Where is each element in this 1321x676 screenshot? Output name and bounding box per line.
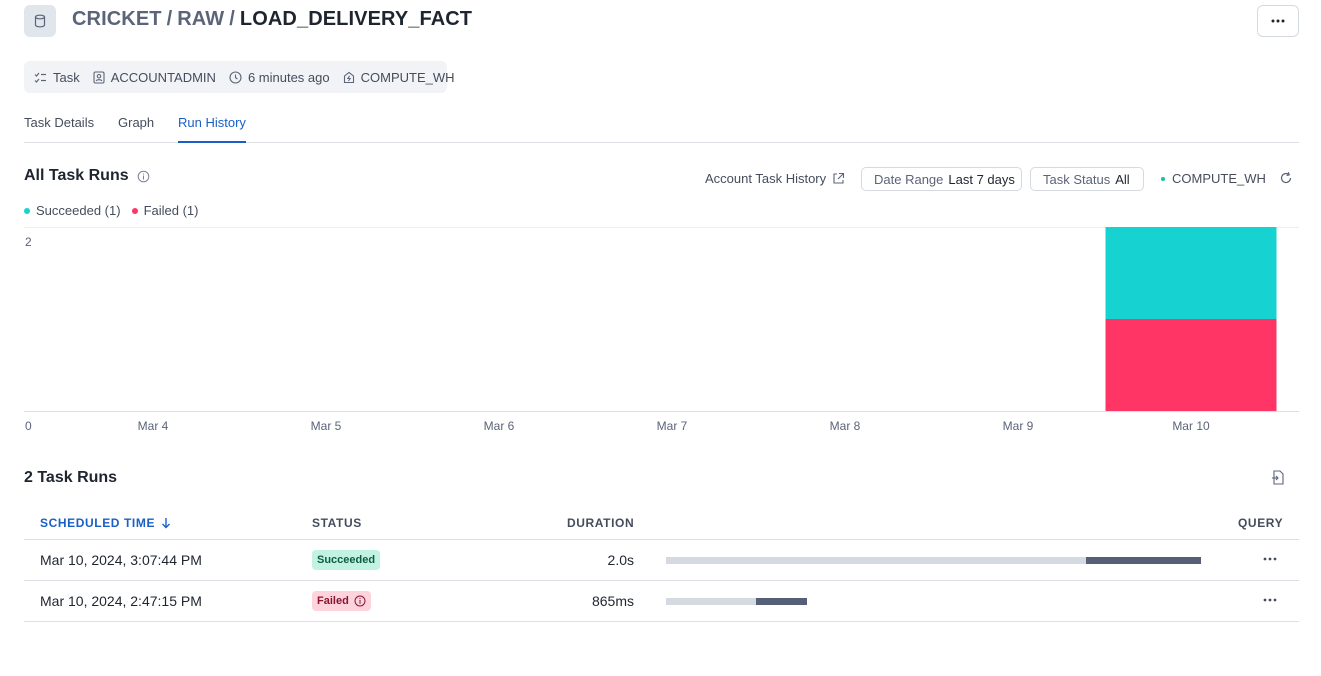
x-tick-label: Mar 6 xyxy=(484,419,515,433)
task-runs-chart: 0 2 Mar 4 Mar 5 Mar 6 Mar 7 Mar 8 Mar 9 Mar 10 xyxy=(24,227,1299,433)
runs-count-title: 2 Task Runs xyxy=(24,469,118,486)
column-scheduled-time[interactable]: SCHEDULED TIME xyxy=(40,516,171,530)
failed-swatch-icon xyxy=(131,207,138,214)
scheduled-time: Mar 10, 2024, 2:47:15 PM xyxy=(40,593,202,609)
section-title: All Task Runs xyxy=(24,167,150,185)
tab-bar: Task Details Graph Run History xyxy=(24,112,1299,143)
table-row[interactable]: Mar 10, 2024, 3:07:44 PM Succeeded 2.0s xyxy=(24,540,1299,581)
column-query: QUERY xyxy=(1238,516,1284,530)
scheduled-time: Mar 10, 2024, 3:07:44 PM xyxy=(40,552,202,568)
x-tick-label: Mar 5 xyxy=(311,419,342,433)
y-tick-label: 2 xyxy=(25,235,32,249)
external-link-icon xyxy=(833,172,845,184)
database-icon xyxy=(24,5,56,37)
warehouse-icon xyxy=(343,71,354,83)
row-more-button[interactable] xyxy=(1259,589,1281,611)
task-icon xyxy=(34,72,46,83)
duration-exec-bar xyxy=(1085,557,1201,564)
breadcrumb-database[interactable]: CRICKET xyxy=(72,8,162,30)
x-tick-label: Mar 9 xyxy=(1003,419,1034,433)
date-range-filter[interactable]: Date Range Last 7 days xyxy=(861,167,1022,191)
info-icon[interactable] xyxy=(137,170,150,183)
y-tick-label: 0 xyxy=(25,419,32,433)
tab-task-details[interactable]: Task Details xyxy=(24,115,94,143)
info-icon[interactable] xyxy=(354,595,366,607)
sort-descending-icon xyxy=(162,518,171,529)
ellipsis-icon xyxy=(1271,19,1285,23)
succeeded-swatch-icon xyxy=(24,207,30,214)
breadcrumb-schema[interactable]: RAW xyxy=(177,8,224,30)
legend-item-failed[interactable]: Failed (1) xyxy=(131,203,198,218)
ellipsis-icon xyxy=(1263,598,1277,602)
tab-graph[interactable]: Graph xyxy=(118,115,154,143)
refresh-icon xyxy=(1280,172,1292,184)
x-tick-label: Mar 10 xyxy=(1172,419,1210,433)
x-tick-label: Mar 8 xyxy=(830,419,861,433)
status-dot-icon xyxy=(1161,176,1165,181)
status-badge: Failed xyxy=(312,591,371,611)
duration-queue-bar xyxy=(666,598,756,605)
task-status-filter[interactable]: Task Status All xyxy=(1030,167,1144,191)
account-task-history-link[interactable]: Account Task History xyxy=(705,171,845,186)
bar-failed xyxy=(1105,319,1277,411)
table-row[interactable]: Mar 10, 2024, 2:47:15 PM Failed 865ms xyxy=(24,581,1299,622)
role-icon xyxy=(93,70,105,84)
clock-icon xyxy=(229,70,242,84)
column-status[interactable]: STATUS xyxy=(312,516,362,530)
duration-queue-bar xyxy=(666,557,1086,564)
row-more-button[interactable] xyxy=(1259,548,1281,570)
ellipsis-icon xyxy=(1263,557,1277,561)
chart-legend: Succeeded (1) Failed (1) xyxy=(24,203,198,218)
status-badge: Succeeded xyxy=(312,550,381,570)
x-tick-label: Mar 4 xyxy=(138,419,169,433)
task-name: LOAD_DELIVERY_FACT xyxy=(239,8,473,30)
meta-time: 6 minutes ago xyxy=(229,70,330,85)
bar-succeeded xyxy=(1105,227,1277,319)
task-meta-bar: Task ACCOUNTADMIN 6 minutes ago COMPUTE_… xyxy=(24,61,455,93)
column-duration[interactable]: DURATION xyxy=(567,516,634,530)
meta-owner: ACCOUNTADMIN xyxy=(93,70,216,85)
page-title: CRICKET / RAW / LOAD_DELIVERY_FACT xyxy=(72,8,473,30)
meta-type: Task xyxy=(34,70,80,85)
legend-item-succeeded[interactable]: Succeeded (1) xyxy=(24,203,121,218)
export-button[interactable] xyxy=(1271,470,1285,490)
duration-exec-bar xyxy=(755,598,808,605)
more-options-button[interactable] xyxy=(1257,5,1299,37)
table-header: SCHEDULED TIME STATUS DURATION QUERY xyxy=(24,504,1299,540)
refresh-button[interactable] xyxy=(1279,171,1293,190)
meta-warehouse: COMPUTE_WH xyxy=(343,70,455,85)
warehouse-filter[interactable]: COMPUTE_WH xyxy=(1161,171,1266,186)
tab-run-history[interactable]: Run History xyxy=(178,115,246,143)
export-icon xyxy=(1272,470,1284,485)
duration-value: 865ms xyxy=(591,593,634,609)
x-tick-label: Mar 7 xyxy=(657,419,688,433)
duration-value: 2.0s xyxy=(607,552,634,568)
